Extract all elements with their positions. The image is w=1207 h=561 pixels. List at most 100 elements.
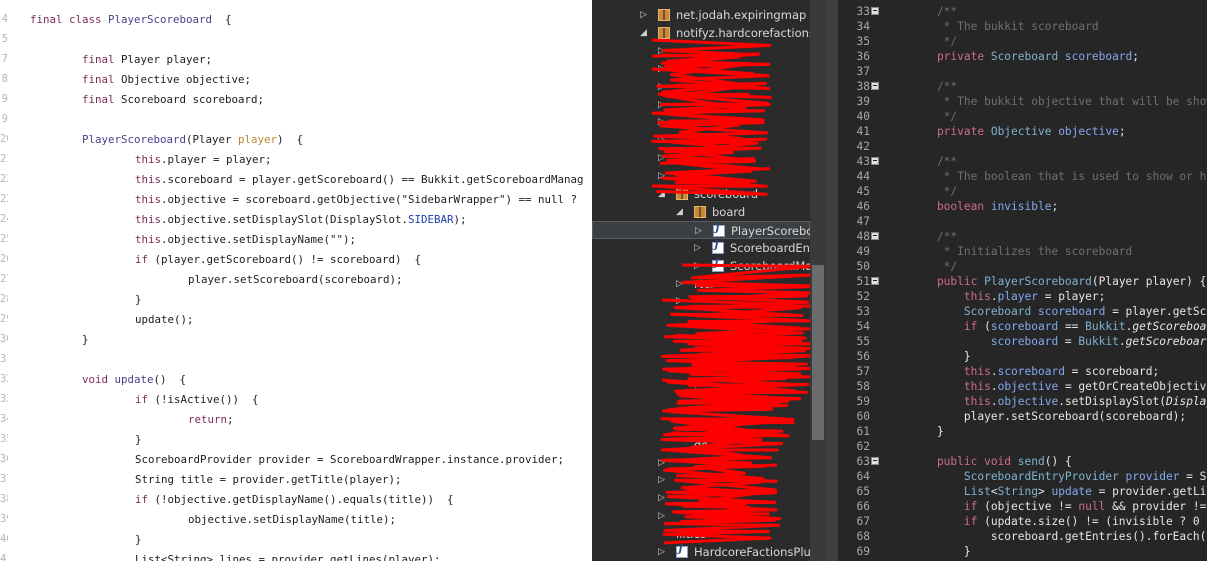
code-token: scoreboard.getEntries().forEach(en: [910, 530, 1207, 543]
fold-toggle-icon[interactable]: [871, 457, 879, 465]
code-line[interactable]: this.objective = getOrCreateObjective(: [910, 379, 1207, 394]
code-token: ;: [1051, 200, 1059, 213]
line-number: 26: [0, 253, 8, 265]
code-line[interactable]: update();: [30, 310, 592, 330]
fold-toggle-icon[interactable]: [871, 7, 879, 15]
code-line[interactable]: ScoreboardEntryProvider provider = Sco: [910, 469, 1207, 484]
line-number: 54: [856, 320, 870, 333]
code-token: (player.getScoreboard() != scoreboard) {: [154, 253, 422, 266]
fold-toggle-icon[interactable]: [871, 82, 879, 90]
code-line[interactable]: /**: [910, 4, 957, 19]
code-line[interactable]: */: [910, 34, 957, 49]
code-token: if: [135, 253, 155, 266]
explorer-scrollbar-thumb[interactable]: [812, 265, 824, 440]
line-number: 69: [856, 545, 870, 558]
code-line[interactable]: this.objective.setDisplaySlot(DisplaySlo…: [30, 210, 592, 230]
package-explorer[interactable]: ▷ net.jodah.expiringmap ◢ notifyz.hardcoref…: [592, 0, 826, 561]
code-token: this: [135, 193, 162, 206]
code-token: if: [910, 500, 985, 513]
code-line[interactable]: }: [910, 349, 971, 364]
code-line[interactable]: * Initializes the scoreboard: [910, 244, 1133, 259]
code-line[interactable]: }: [910, 424, 944, 439]
code-line[interactable]: }: [30, 530, 592, 550]
fold-toggle-icon[interactable]: [871, 157, 879, 165]
code-token: <: [990, 485, 998, 498]
code-line[interactable]: player.setScoreboard(scoreboard);: [30, 270, 592, 290]
code-line[interactable]: /**: [910, 79, 957, 94]
code-line[interactable]: List<String> lines = provider.getLines(p…: [30, 550, 592, 561]
code-line[interactable]: PlayerScoreboard(Player player) {: [30, 130, 592, 150]
code-line[interactable]: final Objective objective;: [30, 70, 592, 90]
code-line[interactable]: * The bukkit objective that will be show…: [910, 94, 1207, 109]
code-line[interactable]: String title = provider.getTitle(player)…: [30, 470, 592, 490]
code-line[interactable]: Scoreboard scoreboard = player.getScor: [910, 304, 1207, 319]
code-token: private: [910, 125, 991, 138]
code-token: this: [910, 365, 991, 378]
code-line[interactable]: [30, 110, 592, 130]
code-line[interactable]: public void send() {: [910, 454, 1072, 469]
code-token: .objective.setDisplaySlot(DisplaySlot.: [161, 213, 409, 226]
code-line[interactable]: objective.setDisplayName(title);: [30, 510, 592, 530]
code-line[interactable]: [30, 350, 592, 370]
code-token: player.setScoreboard(scoreboard);: [188, 273, 403, 286]
code-token: ==: [1058, 320, 1086, 333]
code-line[interactable]: private Objective objective;: [910, 124, 1126, 139]
line-number: 32: [0, 373, 8, 385]
code-line[interactable]: if (objective != null && provider != n: [910, 499, 1207, 514]
code-line[interactable]: }: [910, 544, 971, 559]
code-line[interactable]: final class PlayerScoreboard {: [30, 10, 592, 30]
code-line[interactable]: if (!isActive()) {: [30, 390, 592, 410]
code-line[interactable]: List<String> update = provider.getLine: [910, 484, 1207, 499]
code-line[interactable]: this.objective.setDisplaySlot(DisplayS: [910, 394, 1207, 409]
code-line[interactable]: ScoreboardProvider provider = Scoreboard…: [30, 450, 592, 470]
code-line[interactable]: this.player = player;: [910, 289, 1105, 304]
code-token: (!isActive()) {: [154, 393, 259, 406]
code-line[interactable]: player.setScoreboard(scoreboard);: [910, 409, 1186, 424]
code-line[interactable]: this.objective = scoreboard.getObjective…: [30, 190, 592, 210]
code-line[interactable]: */: [910, 259, 957, 274]
code-token: }: [910, 350, 971, 363]
code-line[interactable]: }: [30, 290, 592, 310]
code-line[interactable]: this.objective.setDisplayName("");: [30, 230, 592, 250]
code-line[interactable]: public PlayerScoreboard(Player player) {: [910, 274, 1206, 289]
code-line[interactable]: [30, 30, 592, 50]
pane-divider[interactable]: [826, 0, 838, 561]
code-line[interactable]: final Scoreboard scoreboard;: [30, 90, 592, 110]
code-line[interactable]: void update() {: [30, 370, 592, 390]
right-code-editor[interactable]: 33 /** 34 * The bukkit scoreboard 35 */36 …: [838, 0, 1207, 561]
code-line[interactable]: boolean invisible;: [910, 199, 1058, 214]
code-line[interactable]: if (update.size() != (invisible ? 0 :: [910, 514, 1207, 529]
line-number: 50: [856, 260, 870, 273]
code-line[interactable]: if (player.getScoreboard() != scoreboard…: [30, 250, 592, 270]
code-line[interactable]: }: [30, 430, 592, 450]
code-line[interactable]: /**: [910, 154, 957, 169]
code-line[interactable]: * The boolean that is used to show or hi…: [910, 169, 1207, 184]
code-line[interactable]: scoreboard.getEntries().forEach(en: [910, 529, 1207, 544]
code-line[interactable]: */: [910, 109, 957, 124]
code-token: >: [1038, 485, 1052, 498]
code-line[interactable]: if (!objective.getDisplayName().equals(t…: [30, 490, 592, 510]
left-code-editor[interactable]: 4 final class PlayerScoreboard {5 7 final P…: [0, 0, 592, 561]
code-token: this: [135, 173, 162, 186]
code-token: */: [910, 260, 958, 273]
code-line[interactable]: scoreboard = Bukkit.getScoreboardM: [910, 334, 1207, 349]
code-line[interactable]: */: [910, 184, 957, 199]
code-line[interactable]: /**: [910, 229, 957, 244]
code-line[interactable]: * The bukkit scoreboard: [910, 19, 1099, 34]
code-line[interactable]: private Scoreboard scoreboard;: [910, 49, 1139, 64]
code-line[interactable]: }: [30, 330, 592, 350]
fold-toggle-icon[interactable]: [871, 232, 879, 240]
code-line[interactable]: this.scoreboard = player.getScoreboard()…: [30, 170, 592, 190]
line-number: 65: [856, 485, 870, 498]
code-line[interactable]: return;: [30, 410, 592, 430]
code-line[interactable]: final Player player;: [30, 50, 592, 70]
code-line[interactable]: this.scoreboard = scoreboard;: [910, 364, 1159, 379]
code-token: }: [135, 293, 142, 306]
code-line[interactable]: this.player = player;: [30, 150, 592, 170]
fold-toggle-icon[interactable]: [871, 277, 879, 285]
code-token: }: [135, 433, 142, 446]
line-number: 31: [0, 353, 8, 365]
code-token: final: [82, 73, 122, 86]
code-line[interactable]: if (scoreboard == Bukkit.getScoreboard: [910, 319, 1207, 334]
explorer-scrollbar[interactable]: [810, 0, 826, 561]
